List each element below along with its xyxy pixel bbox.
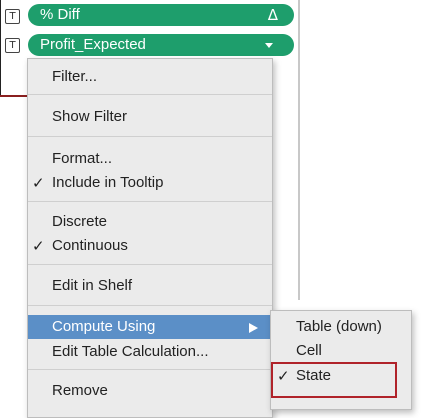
menu-item-show-filter[interactable]: Show Filter: [28, 105, 272, 129]
delta-icon: Δ: [267, 6, 278, 24]
menu-item-include-in-tooltip[interactable]: ✓ Include in Tooltip: [28, 171, 272, 195]
menu-item-compute-using[interactable]: Compute Using: [28, 315, 272, 339]
text-type-icon: T: [5, 9, 20, 24]
annotation-highlight-box: [271, 362, 397, 398]
menu-separator: [28, 201, 272, 202]
pill-label: Profit_Expected: [40, 36, 146, 53]
menu-item-filter[interactable]: Filter...: [28, 65, 272, 89]
menu-separator: [28, 94, 272, 95]
menu-item-label: Show Filter: [52, 108, 128, 125]
pill-profit-expected[interactable]: Profit_Expected: [28, 34, 294, 56]
menu-item-continuous[interactable]: ✓ Continuous: [28, 234, 272, 258]
checkmark-icon: ✓: [32, 237, 45, 255]
menu-item-discrete[interactable]: Discrete: [28, 210, 272, 234]
pill-label: % Diff: [40, 6, 80, 23]
pill-context-menu: Filter... Show Filter Format... ✓ Includ…: [27, 58, 273, 418]
menu-item-edit-in-shelf[interactable]: Edit in Shelf: [28, 274, 272, 298]
menu-item-format[interactable]: Format...: [28, 147, 272, 171]
menu-separator: [28, 369, 272, 370]
menu-item-label: Filter...: [52, 68, 98, 85]
menu-item-label: Discrete: [52, 213, 108, 230]
menu-item-label: Format...: [52, 150, 113, 167]
menu-item-label: Edit in Shelf: [52, 277, 133, 294]
menu-separator: [28, 305, 272, 306]
submenu-item-label: Cell: [296, 342, 322, 359]
menu-item-label: Continuous: [52, 237, 128, 254]
submenu-item-table-down[interactable]: Table (down): [271, 315, 411, 339]
pill-percent-diff[interactable]: % Diff Δ: [28, 4, 294, 26]
menu-separator: [28, 264, 272, 265]
submenu-arrow-icon: [249, 323, 258, 333]
submenu-item-label: Table (down): [296, 318, 382, 335]
menu-item-label: Remove: [52, 382, 108, 399]
text-type-icon: T: [5, 38, 20, 53]
menu-separator: [28, 136, 272, 137]
menu-item-edit-table-calculation[interactable]: Edit Table Calculation...: [28, 340, 272, 364]
shelf-border: [0, 0, 1, 96]
menu-item-label: Include in Tooltip: [52, 174, 164, 191]
submenu-item-cell[interactable]: Cell: [271, 339, 411, 363]
menu-item-label: Edit Table Calculation...: [52, 343, 209, 360]
checkmark-icon: ✓: [32, 174, 45, 192]
menu-item-remove[interactable]: Remove: [28, 379, 272, 403]
menu-item-label: Compute Using: [52, 318, 156, 335]
caret-down-icon[interactable]: [265, 43, 273, 48]
panel-divider: [298, 0, 300, 300]
